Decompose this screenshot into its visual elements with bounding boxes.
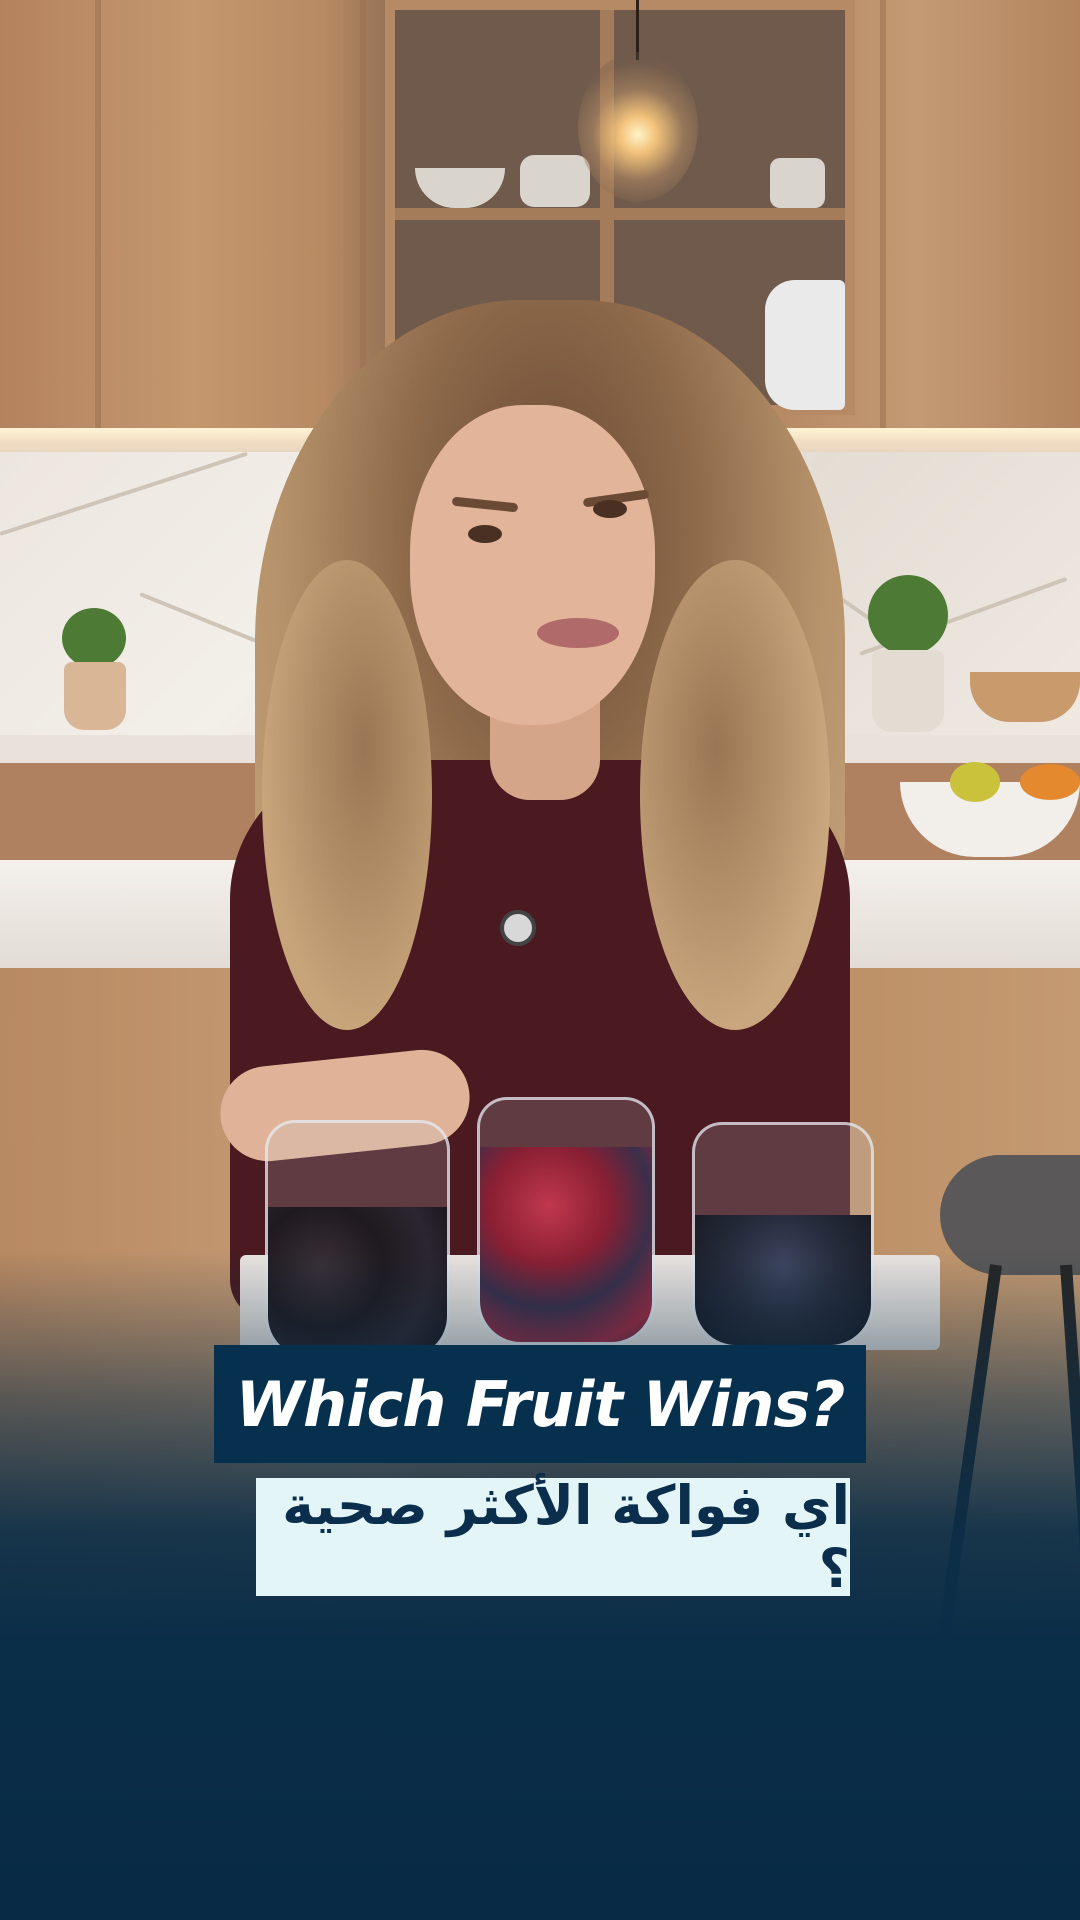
plant-pot-left	[64, 662, 126, 730]
potted-plant-left	[62, 608, 126, 668]
lapel-microphone	[500, 910, 536, 946]
hair-left-wave	[262, 560, 432, 1030]
pendant-cord	[636, 0, 639, 60]
potted-plant-right	[868, 575, 948, 655]
lips	[537, 618, 619, 648]
hair-right-wave	[640, 560, 830, 1030]
right-eye	[593, 500, 627, 518]
video-frame: Which Fruit Wins? اي فواكة الأكثر صحية ؟	[0, 0, 1080, 1920]
title-english: Which Fruit Wins?	[214, 1345, 866, 1463]
left-eye	[468, 525, 502, 543]
title-arabic: اي فواكة الأكثر صحية ؟	[256, 1474, 850, 1600]
pendant-lamp	[578, 52, 698, 202]
plant-pot-right	[872, 650, 944, 732]
face	[410, 405, 655, 725]
